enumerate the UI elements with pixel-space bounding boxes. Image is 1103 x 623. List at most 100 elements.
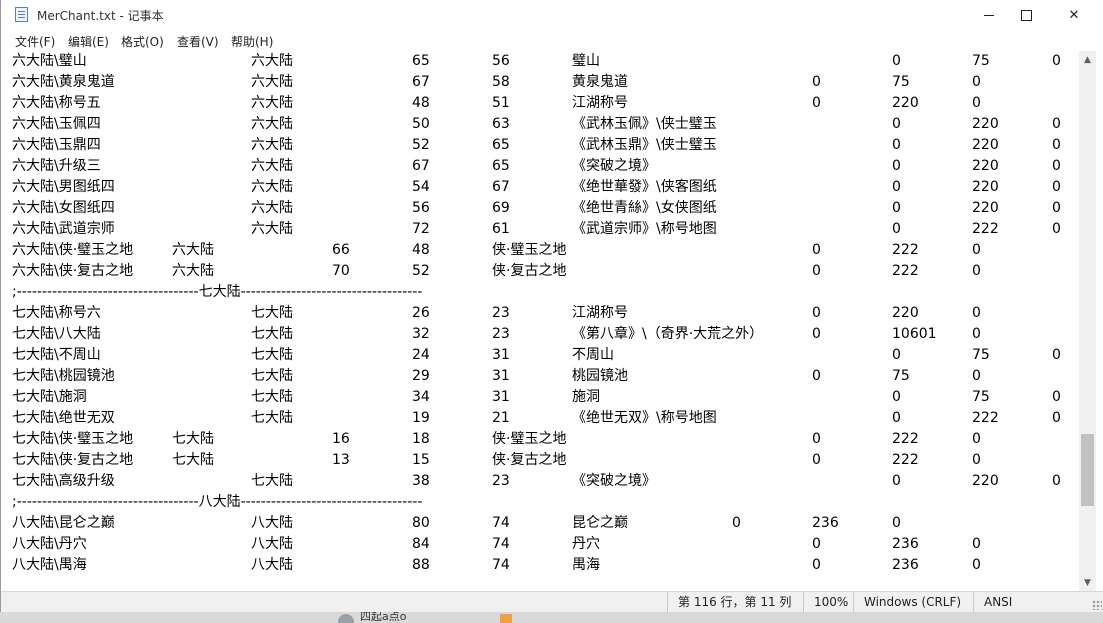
text-cell: 67	[492, 179, 510, 195]
scroll-down-icon[interactable]: ▼	[1079, 574, 1096, 591]
text-cell: 23	[492, 473, 510, 489]
text-cell: 七大陆\绝世无双	[12, 410, 115, 426]
menu-edit[interactable]: 编辑(E)	[68, 33, 109, 50]
text-cell: 220	[972, 137, 999, 153]
text-cell: 0	[972, 557, 981, 573]
text-cell: 侠·璧玉之地	[492, 242, 567, 258]
text-cell: 15	[412, 452, 430, 468]
text-cell: 江湖称号	[572, 305, 628, 321]
close-button[interactable]: ✕	[1051, 0, 1097, 30]
text-cell: 222	[892, 242, 919, 258]
text-cell: 《武林玉鼎》\侠士璧玉	[572, 137, 717, 153]
line-ending: Windows (CRLF)	[853, 592, 961, 612]
text-cell: 0	[812, 452, 821, 468]
text-cell: 0	[892, 221, 901, 237]
title-bar[interactable]: MerChant.txt - 记事本 ✕	[1, 0, 1103, 30]
text-cell: 65	[492, 158, 510, 174]
text-cell: 0	[972, 242, 981, 258]
text-cell: 75	[972, 347, 990, 363]
text-cell: 0	[972, 326, 981, 342]
desktop-text: 四起a点o	[360, 610, 407, 623]
menu-file[interactable]: 文件(F)	[15, 33, 55, 50]
resize-grip-icon[interactable]	[1092, 600, 1102, 610]
text-cell: 0	[1052, 200, 1061, 216]
text-cell: 七大陆	[172, 452, 214, 468]
close-icon: ✕	[1068, 7, 1080, 23]
scrollbar-thumb[interactable]	[1081, 434, 1094, 506]
text-cell: 六大陆\黄泉鬼道	[12, 74, 115, 90]
text-cell: 七大陆\高级升级	[12, 473, 115, 489]
text-cell: 67	[412, 74, 430, 90]
menu-bar: 文件(F) 编辑(E) 格式(O) 查看(V) 帮助(H)	[1, 30, 1103, 50]
text-cell: 13	[332, 452, 350, 468]
text-cell: 56	[492, 53, 510, 69]
scroll-up-icon[interactable]: ▲	[1079, 51, 1096, 68]
text-cell: 0	[812, 557, 821, 573]
text-cell: 0	[892, 137, 901, 153]
menu-view[interactable]: 查看(V)	[177, 33, 219, 50]
text-cell: 0	[732, 515, 741, 531]
text-cell: 24	[412, 347, 430, 363]
text-cell: 《绝世无双》\称号地图	[572, 410, 717, 426]
notepad-window: MerChant.txt - 记事本 ✕ 文件(F) 编辑(E) 格式(O) 查…	[0, 0, 1103, 612]
text-cell: 六大陆\称号五	[12, 95, 101, 111]
text-cell: 侠·复古之地	[492, 263, 567, 279]
text-cell: 0	[972, 431, 981, 447]
text-cell: 禺海	[572, 557, 600, 573]
status-bar: 第 116 行，第 11 列 100% Windows (CRLF) ANSI	[1, 591, 1103, 612]
text-cell: 48	[412, 95, 430, 111]
text-cell: 21	[492, 410, 510, 426]
text-cell: 六大陆\璧山	[12, 53, 87, 69]
text-cell: 56	[412, 200, 430, 216]
text-cell: 侠·璧玉之地	[492, 431, 567, 447]
text-cell: 0	[1052, 116, 1061, 132]
desktop-background	[0, 612, 1103, 623]
text-cell: 0	[1052, 410, 1061, 426]
text-cell: 10601	[892, 326, 937, 342]
text-cell: 《第八章》\（奇界·大荒之外）	[572, 326, 764, 342]
text-cell: 八大陆\禺海	[12, 557, 87, 573]
text-editor[interactable]: 六大陆\璧山 六大陆 65 56 璧山 0 75 0 六大陆\黄泉鬼道 六大陆 67 58 黄泉鬼道 0 7…	[3, 51, 1078, 591]
menu-format[interactable]: 格式(O)	[121, 33, 164, 50]
text-cell: 七大陆	[251, 368, 293, 384]
text-cell: 七大陆\称号六	[12, 305, 101, 321]
text-cell: 七大陆	[251, 389, 293, 405]
text-cell: 0	[892, 179, 901, 195]
text-cell: 七大陆\不周山	[12, 347, 101, 363]
text-cell: 58	[492, 74, 510, 90]
text-cell: 38	[412, 473, 430, 489]
text-cell: 七大陆	[251, 473, 293, 489]
text-cell: 220	[972, 116, 999, 132]
text-cell: 70	[332, 263, 350, 279]
text-cell: 0	[812, 305, 821, 321]
text-cell: 六大陆\武道宗师	[12, 221, 115, 237]
text-cell: 《突破之境》	[572, 158, 656, 174]
text-cell: 六大陆\玉佩四	[12, 116, 101, 132]
text-cell: 六大陆	[172, 242, 214, 258]
text-cell: 六大陆	[172, 263, 214, 279]
text-cell: 74	[492, 515, 510, 531]
text-cell: 七大陆\桃园镜池	[12, 368, 115, 384]
text-cell: 0	[892, 200, 901, 216]
notepad-icon	[15, 7, 28, 22]
text-cell: 75	[972, 53, 990, 69]
separator-text: ;------------------------------------八大陆…	[12, 494, 423, 510]
text-cell: 29	[412, 368, 430, 384]
menu-help[interactable]: 帮助(H)	[231, 33, 273, 50]
text-cell: 八大陆\昆仑之巅	[12, 515, 115, 531]
text-cell: 0	[1052, 137, 1061, 153]
text-cell: 六大陆	[251, 158, 293, 174]
text-cell: 0	[812, 326, 821, 342]
text-cell: 50	[412, 116, 430, 132]
text-cell: 0	[1052, 158, 1061, 174]
text-cell: 236	[812, 515, 839, 531]
text-cell: 32	[412, 326, 430, 342]
maximize-button[interactable]	[1003, 0, 1049, 30]
text-cell: 222	[972, 410, 999, 426]
text-cell: 0	[892, 116, 901, 132]
text-cell: 0	[972, 368, 981, 384]
text-cell: 0	[892, 389, 901, 405]
text-cell: 六大陆	[251, 74, 293, 90]
vertical-scrollbar[interactable]: ▲ ▼	[1079, 51, 1096, 591]
text-cell: 220	[972, 179, 999, 195]
